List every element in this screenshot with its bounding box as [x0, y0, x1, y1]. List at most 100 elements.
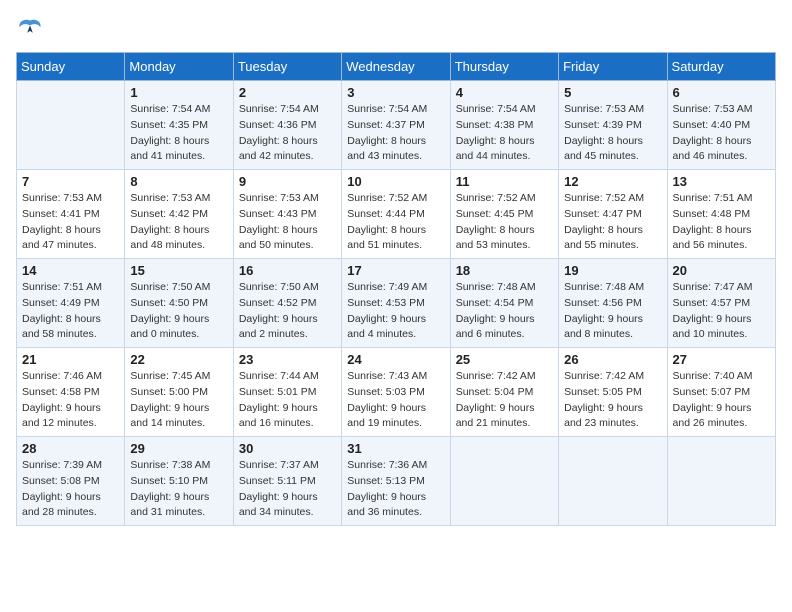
weekday-header-sunday: Sunday — [17, 53, 125, 81]
day-info: Sunrise: 7:53 AMSunset: 4:41 PMDaylight:… — [22, 191, 119, 254]
day-number: 25 — [456, 352, 553, 367]
calendar-cell: 28 Sunrise: 7:39 AMSunset: 5:08 PMDayligh… — [17, 437, 125, 526]
calendar-cell — [667, 437, 775, 526]
day-info: Sunrise: 7:52 AMSunset: 4:45 PMDaylight:… — [456, 191, 553, 254]
calendar-cell: 29 Sunrise: 7:38 AMSunset: 5:10 PMDayligh… — [125, 437, 233, 526]
day-info: Sunrise: 7:51 AMSunset: 4:48 PMDaylight:… — [673, 191, 770, 254]
calendar-cell: 30 Sunrise: 7:37 AMSunset: 5:11 PMDayligh… — [233, 437, 341, 526]
day-info: Sunrise: 7:52 AMSunset: 4:47 PMDaylight:… — [564, 191, 661, 254]
day-number: 7 — [22, 174, 119, 189]
calendar-cell: 19 Sunrise: 7:48 AMSunset: 4:56 PMDayligh… — [559, 259, 667, 348]
day-info: Sunrise: 7:42 AMSunset: 5:05 PMDaylight:… — [564, 369, 661, 432]
day-number: 8 — [130, 174, 227, 189]
day-info: Sunrise: 7:50 AMSunset: 4:50 PMDaylight:… — [130, 280, 227, 343]
day-number: 18 — [456, 263, 553, 278]
day-number: 22 — [130, 352, 227, 367]
calendar-header: SundayMondayTuesdayWednesdayThursdayFrid… — [17, 53, 776, 81]
day-info: Sunrise: 7:44 AMSunset: 5:01 PMDaylight:… — [239, 369, 336, 432]
day-number: 31 — [347, 441, 444, 456]
calendar-cell: 1 Sunrise: 7:54 AMSunset: 4:35 PMDaylight… — [125, 81, 233, 170]
day-number: 21 — [22, 352, 119, 367]
calendar-cell: 9 Sunrise: 7:53 AMSunset: 4:43 PMDaylight… — [233, 170, 341, 259]
day-info: Sunrise: 7:42 AMSunset: 5:04 PMDaylight:… — [456, 369, 553, 432]
calendar-cell: 3 Sunrise: 7:54 AMSunset: 4:37 PMDaylight… — [342, 81, 450, 170]
day-info: Sunrise: 7:46 AMSunset: 4:58 PMDaylight:… — [22, 369, 119, 432]
calendar-cell: 22 Sunrise: 7:45 AMSunset: 5:00 PMDayligh… — [125, 348, 233, 437]
day-number: 30 — [239, 441, 336, 456]
day-number: 29 — [130, 441, 227, 456]
calendar-cell — [17, 81, 125, 170]
day-info: Sunrise: 7:54 AMSunset: 4:38 PMDaylight:… — [456, 102, 553, 165]
day-info: Sunrise: 7:54 AMSunset: 4:36 PMDaylight:… — [239, 102, 336, 165]
calendar-cell: 11 Sunrise: 7:52 AMSunset: 4:45 PMDayligh… — [450, 170, 558, 259]
day-number: 3 — [347, 85, 444, 100]
calendar-week-4: 21 Sunrise: 7:46 AMSunset: 4:58 PMDayligh… — [17, 348, 776, 437]
day-info: Sunrise: 7:38 AMSunset: 5:10 PMDaylight:… — [130, 458, 227, 521]
day-number: 14 — [22, 263, 119, 278]
day-info: Sunrise: 7:53 AMSunset: 4:40 PMDaylight:… — [673, 102, 770, 165]
day-number: 11 — [456, 174, 553, 189]
day-info: Sunrise: 7:40 AMSunset: 5:07 PMDaylight:… — [673, 369, 770, 432]
weekday-header-friday: Friday — [559, 53, 667, 81]
calendar-body: 1 Sunrise: 7:54 AMSunset: 4:35 PMDaylight… — [17, 81, 776, 526]
day-info: Sunrise: 7:48 AMSunset: 4:56 PMDaylight:… — [564, 280, 661, 343]
day-info: Sunrise: 7:50 AMSunset: 4:52 PMDaylight:… — [239, 280, 336, 343]
calendar-cell: 12 Sunrise: 7:52 AMSunset: 4:47 PMDayligh… — [559, 170, 667, 259]
logo — [16, 16, 48, 44]
calendar-cell: 17 Sunrise: 7:49 AMSunset: 4:53 PMDayligh… — [342, 259, 450, 348]
day-number: 5 — [564, 85, 661, 100]
day-number: 10 — [347, 174, 444, 189]
calendar-table: SundayMondayTuesdayWednesdayThursdayFrid… — [16, 52, 776, 526]
day-number: 24 — [347, 352, 444, 367]
weekday-header-wednesday: Wednesday — [342, 53, 450, 81]
calendar-week-2: 7 Sunrise: 7:53 AMSunset: 4:41 PMDaylight… — [17, 170, 776, 259]
day-number: 20 — [673, 263, 770, 278]
calendar-cell: 4 Sunrise: 7:54 AMSunset: 4:38 PMDaylight… — [450, 81, 558, 170]
calendar-cell: 20 Sunrise: 7:47 AMSunset: 4:57 PMDayligh… — [667, 259, 775, 348]
calendar-cell: 21 Sunrise: 7:46 AMSunset: 4:58 PMDayligh… — [17, 348, 125, 437]
day-number: 27 — [673, 352, 770, 367]
day-number: 9 — [239, 174, 336, 189]
day-info: Sunrise: 7:47 AMSunset: 4:57 PMDaylight:… — [673, 280, 770, 343]
day-info: Sunrise: 7:39 AMSunset: 5:08 PMDaylight:… — [22, 458, 119, 521]
calendar-cell: 24 Sunrise: 7:43 AMSunset: 5:03 PMDayligh… — [342, 348, 450, 437]
weekday-header-thursday: Thursday — [450, 53, 558, 81]
day-number: 1 — [130, 85, 227, 100]
calendar-week-5: 28 Sunrise: 7:39 AMSunset: 5:08 PMDayligh… — [17, 437, 776, 526]
calendar-cell — [450, 437, 558, 526]
day-info: Sunrise: 7:45 AMSunset: 5:00 PMDaylight:… — [130, 369, 227, 432]
calendar-cell: 14 Sunrise: 7:51 AMSunset: 4:49 PMDayligh… — [17, 259, 125, 348]
day-number: 2 — [239, 85, 336, 100]
day-info: Sunrise: 7:43 AMSunset: 5:03 PMDaylight:… — [347, 369, 444, 432]
calendar-cell: 8 Sunrise: 7:53 AMSunset: 4:42 PMDaylight… — [125, 170, 233, 259]
day-number: 15 — [130, 263, 227, 278]
day-number: 23 — [239, 352, 336, 367]
day-info: Sunrise: 7:54 AMSunset: 4:35 PMDaylight:… — [130, 102, 227, 165]
weekday-header-saturday: Saturday — [667, 53, 775, 81]
day-info: Sunrise: 7:37 AMSunset: 5:11 PMDaylight:… — [239, 458, 336, 521]
day-number: 13 — [673, 174, 770, 189]
calendar-cell: 10Sunrise: 7:52 AMSunset: 4:44 PMDayligh… — [342, 170, 450, 259]
day-number: 4 — [456, 85, 553, 100]
calendar-cell: 13 Sunrise: 7:51 AMSunset: 4:48 PMDayligh… — [667, 170, 775, 259]
logo-icon — [16, 16, 44, 44]
calendar-cell: 6 Sunrise: 7:53 AMSunset: 4:40 PMDaylight… — [667, 81, 775, 170]
day-info: Sunrise: 7:48 AMSunset: 4:54 PMDaylight:… — [456, 280, 553, 343]
weekday-header-row: SundayMondayTuesdayWednesdayThursdayFrid… — [17, 53, 776, 81]
day-info: Sunrise: 7:49 AMSunset: 4:53 PMDaylight:… — [347, 280, 444, 343]
day-number: 17 — [347, 263, 444, 278]
day-info: Sunrise: 7:51 AMSunset: 4:49 PMDaylight:… — [22, 280, 119, 343]
day-number: 6 — [673, 85, 770, 100]
calendar-cell: 31 Sunrise: 7:36 AMSunset: 5:13 PMDayligh… — [342, 437, 450, 526]
day-number: 28 — [22, 441, 119, 456]
calendar-cell: 25 Sunrise: 7:42 AMSunset: 5:04 PMDayligh… — [450, 348, 558, 437]
page-header — [16, 16, 776, 44]
weekday-header-tuesday: Tuesday — [233, 53, 341, 81]
day-number: 12 — [564, 174, 661, 189]
calendar-cell: 27 Sunrise: 7:40 AMSunset: 5:07 PMDayligh… — [667, 348, 775, 437]
day-info: Sunrise: 7:53 AMSunset: 4:42 PMDaylight:… — [130, 191, 227, 254]
day-number: 19 — [564, 263, 661, 278]
day-info: Sunrise: 7:54 AMSunset: 4:37 PMDaylight:… — [347, 102, 444, 165]
day-info: Sunrise: 7:53 AMSunset: 4:43 PMDaylight:… — [239, 191, 336, 254]
day-info: Sunrise: 7:36 AMSunset: 5:13 PMDaylight:… — [347, 458, 444, 521]
